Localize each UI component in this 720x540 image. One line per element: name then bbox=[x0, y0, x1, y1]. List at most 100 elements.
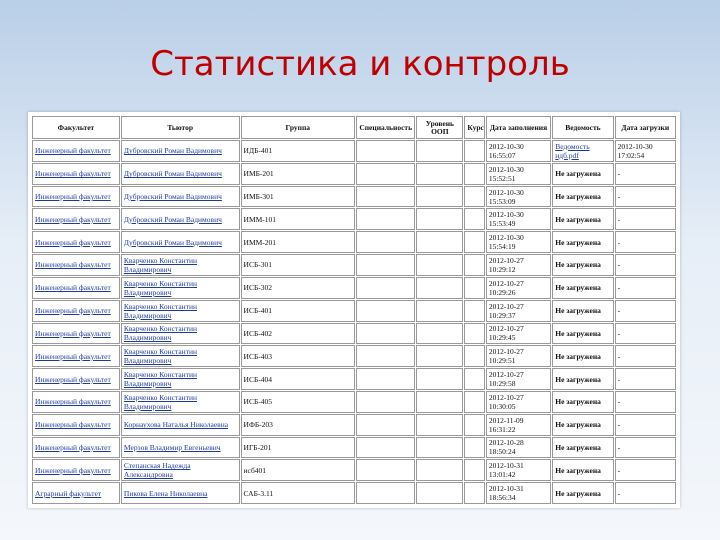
upload-date-cell: - bbox=[614, 299, 676, 322]
tutor-link[interactable]: Дубровский Роман Вадимович bbox=[120, 231, 240, 254]
date-fill-cell: 2012-10-30 15:53:09 bbox=[485, 185, 552, 208]
tutor-link[interactable]: Кварченко Константин Владимирович bbox=[120, 368, 240, 390]
level-cell bbox=[416, 436, 464, 459]
tutor-link[interactable]: Кварченко Константин Владимирович bbox=[120, 390, 240, 413]
date-fill-cell: 2012-10-28 18:50:24 bbox=[485, 436, 552, 459]
specialty-cell bbox=[356, 322, 416, 345]
faculty-link[interactable]: Инженерный факультет bbox=[32, 254, 120, 276]
tutor-link[interactable]: Корнаухова Наталья Николаевна bbox=[120, 413, 240, 436]
faculty-link[interactable]: Инженерный факультет bbox=[32, 185, 120, 208]
faculty-link[interactable]: Аграрный факультет bbox=[32, 482, 120, 504]
specialty-cell bbox=[356, 162, 416, 185]
level-cell bbox=[416, 231, 464, 254]
table-row: Инженерный факультет Корнаухова Наталья Н… bbox=[32, 413, 676, 436]
faculty-link[interactable]: Инженерный факультет bbox=[32, 322, 120, 345]
table-row: Инженерный факультет Дубровский Роман Вад… bbox=[32, 140, 676, 162]
screenshot-frame: Факультет Тьютор Группа Специальность Уровен… bbox=[28, 112, 680, 508]
faculty-link[interactable]: Инженерный факультет bbox=[32, 276, 120, 299]
tutor-link[interactable]: Пикова Елена Николаевна bbox=[120, 482, 240, 504]
tutor-link[interactable]: Дубровский Роман Вадимович bbox=[120, 185, 240, 208]
group-cell: ИМБ-301 bbox=[240, 185, 356, 208]
course-cell bbox=[464, 140, 485, 162]
tutor-link[interactable]: Кварченко Константин Владимирович bbox=[120, 254, 240, 276]
tutor-link[interactable]: Кварченко Константин Владимирович bbox=[120, 322, 240, 345]
statement-cell: Не загружена bbox=[552, 413, 614, 436]
table-row: Инженерный факультет Дубровский Роман Вад… bbox=[32, 231, 676, 254]
course-cell bbox=[464, 368, 485, 390]
faculty-link[interactable]: Инженерный факультет bbox=[32, 345, 120, 368]
upload-date-cell: - bbox=[614, 390, 676, 413]
faculty-link[interactable]: Инженерный факультет bbox=[32, 208, 120, 231]
upload-date-cell: - bbox=[614, 231, 676, 254]
column-header[interactable]: Курс bbox=[464, 116, 485, 139]
table-row: Инженерный факультет Мерзов Владимир Евге… bbox=[32, 436, 676, 459]
faculty-link[interactable]: Инженерный факультет bbox=[32, 436, 120, 459]
statement-cell[interactable]: Ведомость идб.pdf bbox=[552, 140, 614, 162]
faculty-link[interactable]: Инженерный факультет bbox=[32, 390, 120, 413]
course-cell bbox=[464, 299, 485, 322]
upload-date-cell: - bbox=[614, 345, 676, 368]
table-row: Аграрный факультет Пикова Елена Николаевн… bbox=[32, 482, 676, 504]
date-fill-cell: 2012-10-27 10:29:45 bbox=[485, 322, 552, 345]
level-cell bbox=[416, 185, 464, 208]
table-row: Инженерный факультет Кварченко Константин… bbox=[32, 368, 676, 390]
group-cell: ИФБ-203 bbox=[240, 413, 356, 436]
statement-cell: Не загружена bbox=[552, 482, 614, 504]
faculty-link[interactable]: Инженерный факультет bbox=[32, 299, 120, 322]
column-header[interactable]: Тьютор bbox=[120, 116, 240, 139]
course-cell bbox=[464, 413, 485, 436]
upload-date-cell: - bbox=[614, 482, 676, 504]
level-cell bbox=[416, 322, 464, 345]
level-cell bbox=[416, 413, 464, 436]
level-cell bbox=[416, 299, 464, 322]
table-body: Инженерный факультет Дубровский Роман Вад… bbox=[32, 140, 676, 504]
column-header[interactable]: Дата заполнения bbox=[485, 116, 552, 139]
specialty-cell bbox=[356, 436, 416, 459]
upload-date-cell: - bbox=[614, 436, 676, 459]
date-fill-cell: 2012-10-27 10:29:58 bbox=[485, 368, 552, 390]
column-header[interactable]: Дата загрузки bbox=[614, 116, 676, 139]
level-cell bbox=[416, 345, 464, 368]
group-cell: ИММ-101 bbox=[240, 208, 356, 231]
column-header[interactable]: Специальность bbox=[356, 116, 416, 139]
statement-cell: Не загружена bbox=[552, 299, 614, 322]
course-cell bbox=[464, 208, 485, 231]
tutor-link[interactable]: Дубровский Роман Вадимович bbox=[120, 140, 240, 162]
course-cell bbox=[464, 345, 485, 368]
date-fill-cell: 2012-11-09 16:31:22 bbox=[485, 413, 552, 436]
course-cell bbox=[464, 231, 485, 254]
tutor-link[interactable]: Степанская Надежда Александровна bbox=[120, 459, 240, 482]
tutor-link[interactable]: Дубровский Роман Вадимович bbox=[120, 208, 240, 231]
statement-cell: Не загружена bbox=[552, 436, 614, 459]
tutor-link[interactable]: Кварченко Константин Владимирович bbox=[120, 299, 240, 322]
level-cell bbox=[416, 162, 464, 185]
level-cell bbox=[416, 459, 464, 482]
column-header[interactable]: Уровень ООП bbox=[416, 116, 464, 139]
faculty-link[interactable]: Инженерный факультет bbox=[32, 231, 120, 254]
faculty-link[interactable]: Инженерный факультет bbox=[32, 162, 120, 185]
faculty-link[interactable]: Инженерный факультет bbox=[32, 459, 120, 482]
date-fill-cell: 2012-10-30 16:55:07 bbox=[485, 140, 552, 162]
statement-cell: Не загружена bbox=[552, 459, 614, 482]
tutor-link[interactable]: Дубровский Роман Вадимович bbox=[120, 162, 240, 185]
statement-cell: Не загружена bbox=[552, 368, 614, 390]
column-header[interactable]: Ведомость bbox=[552, 116, 614, 139]
faculty-link[interactable]: Инженерный факультет bbox=[32, 140, 120, 162]
column-header[interactable]: Группа bbox=[240, 116, 356, 139]
course-cell bbox=[464, 162, 485, 185]
specialty-cell bbox=[356, 345, 416, 368]
tutor-link[interactable]: Кварченко Константин Владимирович bbox=[120, 276, 240, 299]
date-fill-cell: 2012-10-27 10:29:12 bbox=[485, 254, 552, 276]
upload-date-cell: - bbox=[614, 208, 676, 231]
statement-cell: Не загружена bbox=[552, 276, 614, 299]
table-row: Инженерный факультет Кварченко Константин… bbox=[32, 345, 676, 368]
faculty-link[interactable]: Инженерный факультет bbox=[32, 368, 120, 390]
tutor-link[interactable]: Мерзов Владимир Евгеньевич bbox=[120, 436, 240, 459]
course-cell bbox=[464, 185, 485, 208]
statement-cell: Не загружена bbox=[552, 254, 614, 276]
course-cell bbox=[464, 254, 485, 276]
tutor-link[interactable]: Кварченко Константин Владимирович bbox=[120, 345, 240, 368]
level-cell bbox=[416, 208, 464, 231]
faculty-link[interactable]: Инженерный факультет bbox=[32, 413, 120, 436]
column-header[interactable]: Факультет bbox=[32, 116, 120, 139]
